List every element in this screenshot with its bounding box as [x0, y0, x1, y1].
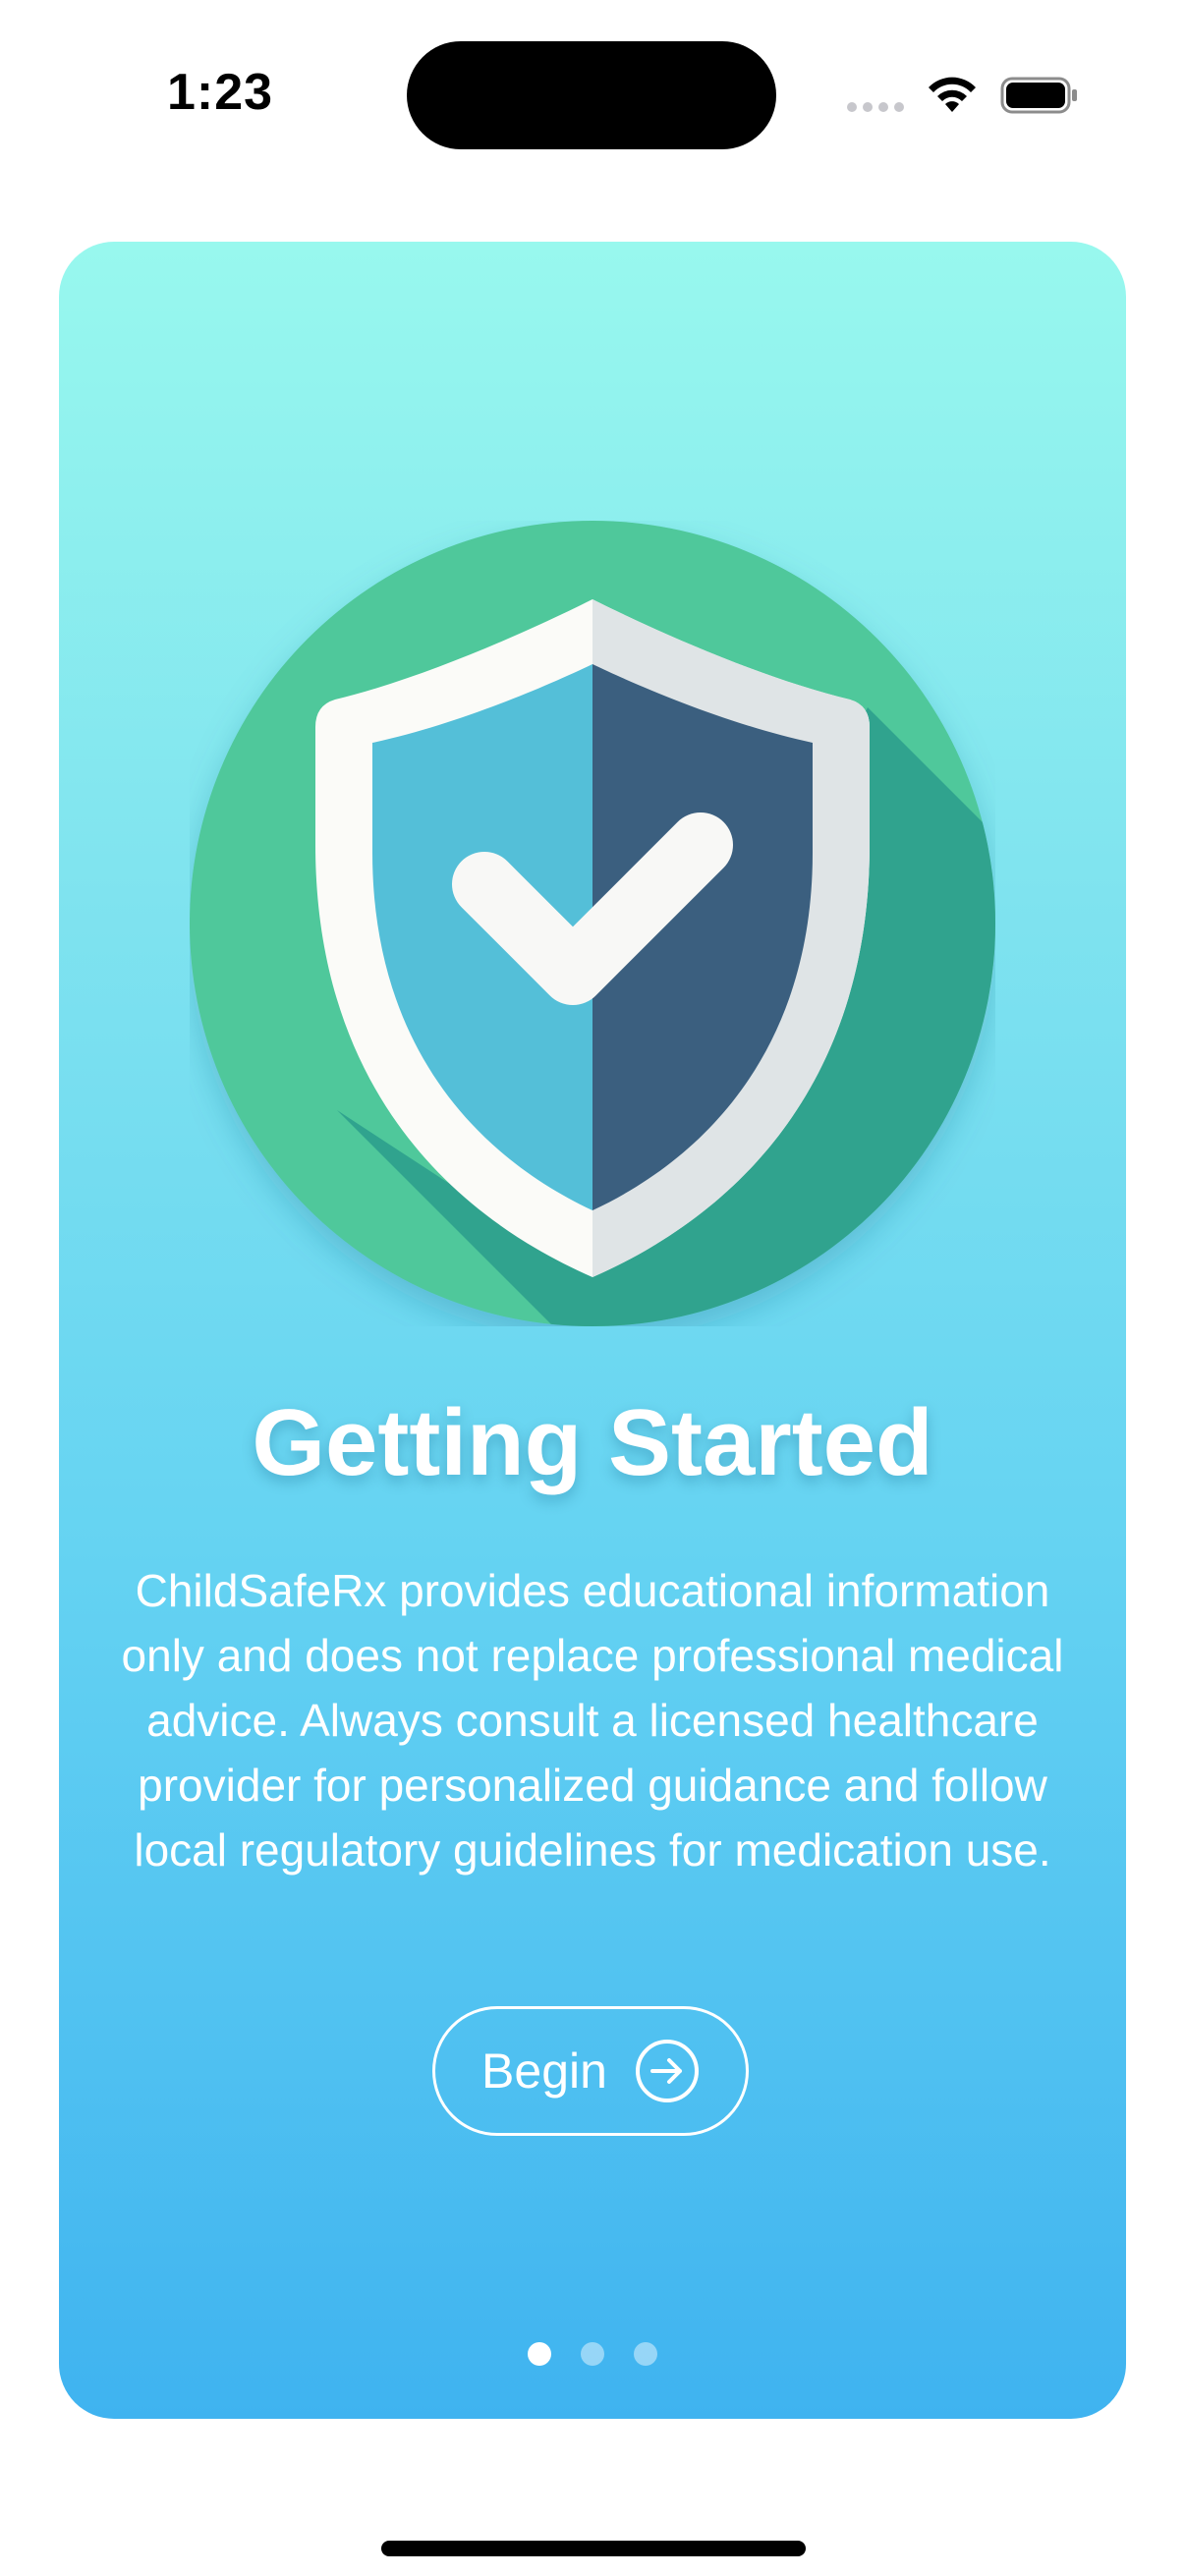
begin-button-label: Begin — [481, 2044, 607, 2099]
begin-button[interactable]: Begin — [432, 2006, 749, 2136]
page-indicator[interactable] — [59, 2342, 1126, 2366]
cellular-signal-icon — [847, 102, 904, 112]
wifi-icon — [929, 77, 976, 112]
page-dot-3[interactable] — [634, 2342, 657, 2366]
page-dot-1[interactable] — [528, 2342, 551, 2366]
home-indicator[interactable] — [381, 2541, 806, 2556]
arrow-right-circle-icon — [635, 2040, 699, 2102]
status-time: 1:23 — [167, 64, 274, 121]
page-title: Getting Started — [252, 1390, 933, 1495]
dynamic-island — [407, 41, 776, 149]
shield-check-icon — [190, 521, 995, 1326]
page-dot-2[interactable] — [581, 2342, 604, 2366]
onboarding-card: Getting Started ChildSafeRx provides edu… — [59, 242, 1126, 2419]
battery-icon — [1000, 77, 1077, 114]
onboarding-screen: 1:23 Getting Started ChildSafeRx provide… — [0, 0, 1185, 2576]
disclaimer-text: ChildSafeRx provides educational informa… — [121, 1565, 1064, 1876]
